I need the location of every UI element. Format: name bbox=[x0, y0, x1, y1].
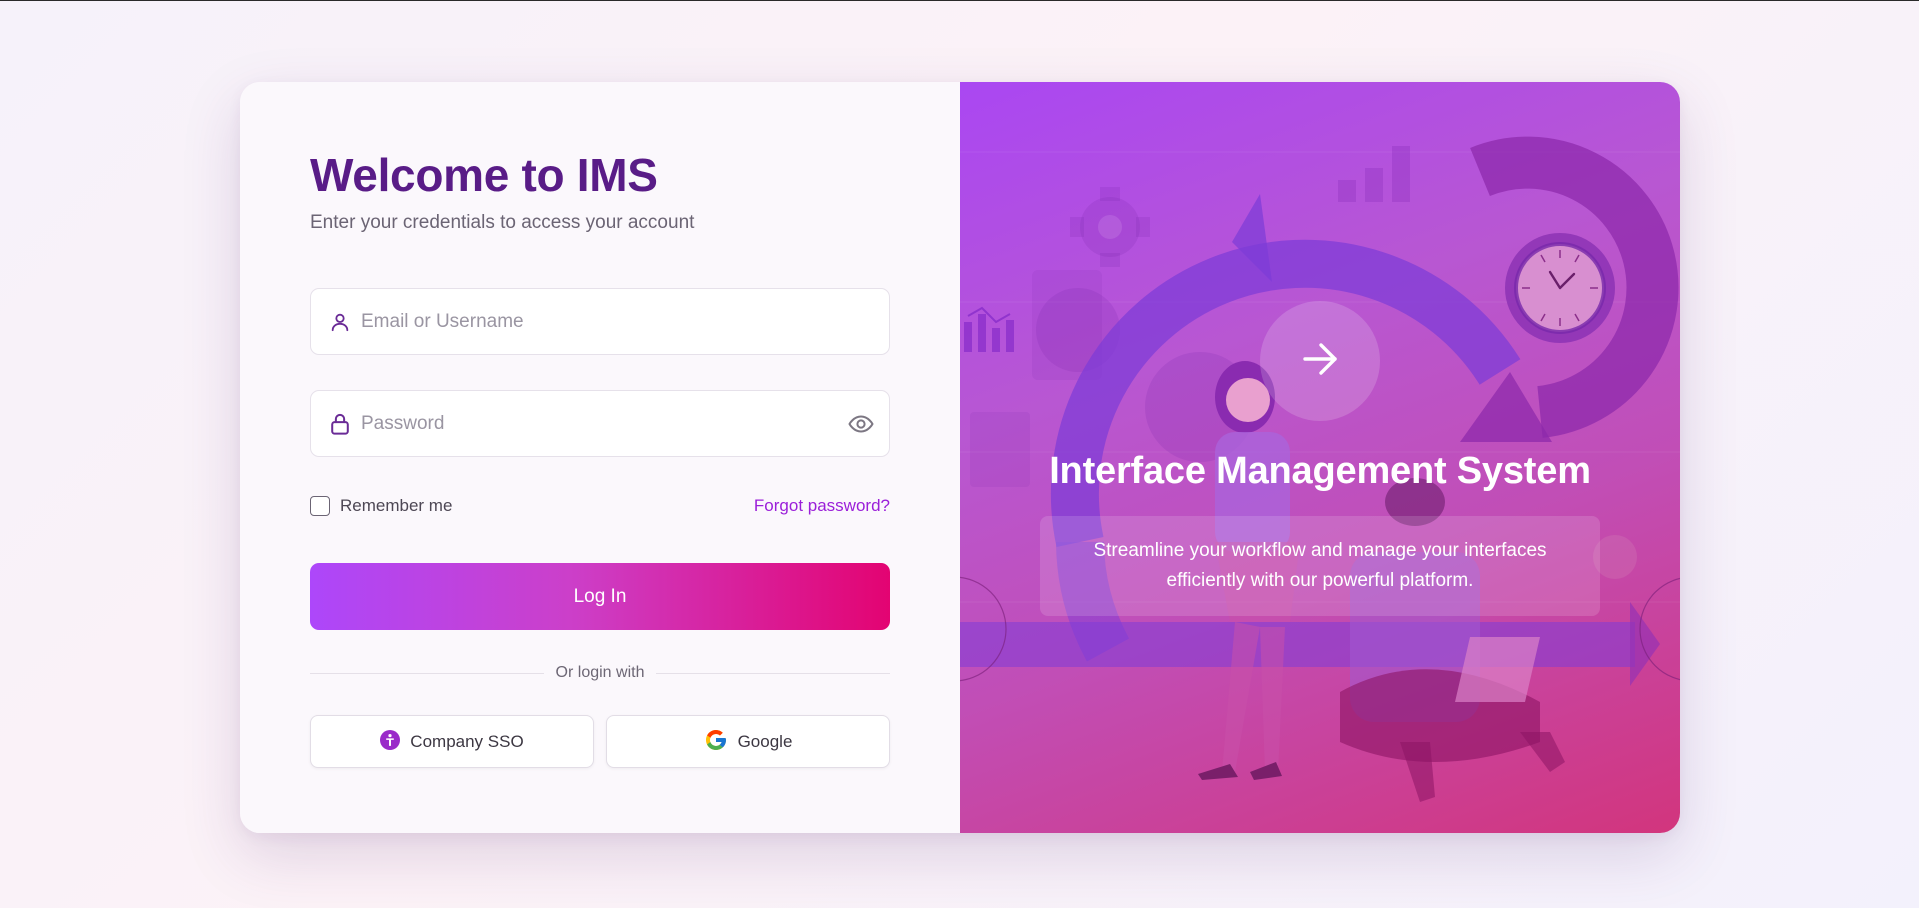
form-options: Remember me Forgot password? bbox=[310, 494, 890, 518]
login-divider: Or login with bbox=[310, 662, 891, 684]
arrow-right-icon bbox=[1299, 338, 1341, 385]
username-field[interactable] bbox=[310, 288, 890, 355]
google-label: Google bbox=[737, 731, 793, 751]
login-panel: Welcome to IMS Enter your credentials to… bbox=[240, 82, 960, 833]
hero-description: Streamline your workflow and manage your… bbox=[1040, 516, 1600, 616]
hero-title: Interface Management System bbox=[1049, 450, 1591, 492]
user-icon bbox=[327, 309, 353, 335]
eye-icon[interactable] bbox=[847, 411, 875, 437]
company-sso-label: Company SSO bbox=[410, 731, 524, 751]
company-sso-icon bbox=[380, 730, 401, 753]
login-card: Welcome to IMS Enter your credentials to… bbox=[240, 82, 1680, 833]
password-input[interactable] bbox=[361, 391, 889, 456]
divider-text: Or login with bbox=[555, 664, 645, 681]
company-sso-button[interactable]: Company SSO bbox=[310, 715, 594, 768]
hero-panel: Interface Management System Streamline y… bbox=[960, 82, 1680, 833]
remember-me-label: Remember me bbox=[340, 496, 453, 515]
google-login-button[interactable]: Google bbox=[606, 715, 890, 768]
lock-icon bbox=[327, 411, 353, 437]
password-field[interactable] bbox=[310, 390, 890, 457]
hero-action-button[interactable] bbox=[1260, 301, 1380, 421]
login-button[interactable]: Log In bbox=[310, 563, 890, 630]
page-subtitle: Enter your credentials to access your ac… bbox=[310, 212, 695, 233]
divider-line-left bbox=[310, 672, 544, 674]
forgot-password-link[interactable]: Forgot password? bbox=[754, 496, 890, 516]
page-title: Welcome to IMS bbox=[310, 149, 658, 201]
remember-me-checkbox[interactable] bbox=[310, 496, 330, 516]
username-input[interactable] bbox=[361, 289, 889, 354]
divider-line-right bbox=[656, 672, 891, 674]
remember-me[interactable]: Remember me bbox=[310, 496, 452, 516]
google-icon bbox=[704, 728, 728, 755]
